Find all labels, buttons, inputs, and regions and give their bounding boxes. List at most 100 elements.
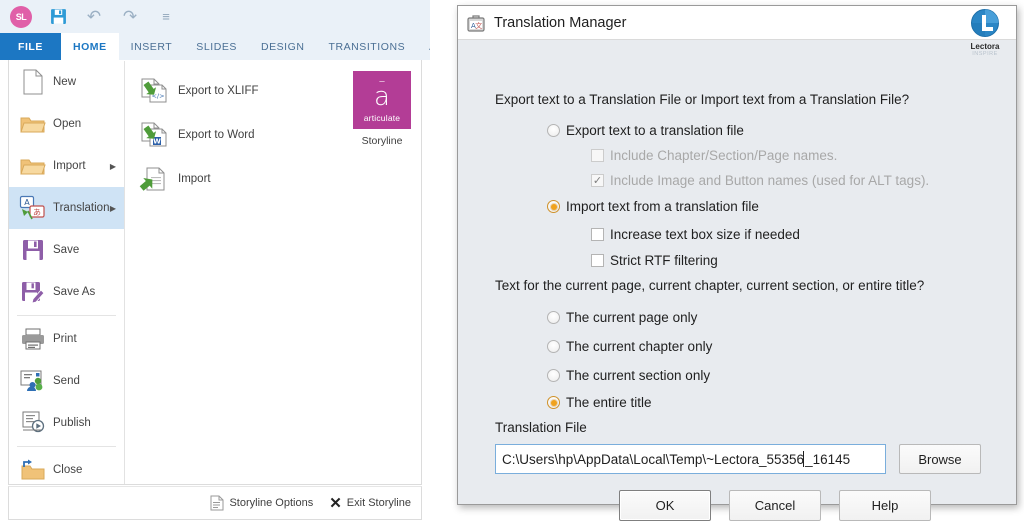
option-label: Increase text box size if needed xyxy=(610,227,800,242)
menu-item-save-as[interactable]: Save As xyxy=(9,271,124,313)
close-folder-icon xyxy=(18,455,48,485)
articulate-logo: – a articulate xyxy=(353,71,411,129)
cancel-button[interactable]: Cancel xyxy=(729,490,821,521)
translation-bag-icon: A 文 xyxy=(466,13,486,33)
articulate-wordmark: articulate xyxy=(363,112,401,123)
option-label: The current section only xyxy=(566,368,711,383)
save-icon[interactable] xyxy=(48,7,68,27)
menu-item-label: Open xyxy=(53,118,82,130)
ribbon-tab-strip: FILE HOME INSERT SLIDES DESIGN TRANSITIO… xyxy=(0,33,430,60)
translation-file-value: C:\Users\hp\AppData\Local\Temp\~Lectora_… xyxy=(502,451,805,467)
tab-transitions[interactable]: TRANSITIONS xyxy=(317,33,418,60)
checkbox-strict-rtf-filtering[interactable]: Strict RTF filtering xyxy=(591,253,718,268)
radio-current-chapter-only[interactable]: The current chapter only xyxy=(547,339,712,354)
undo-arrow-icon[interactable]: ↶ xyxy=(84,7,104,27)
menu-item-new[interactable]: New xyxy=(9,61,124,103)
svg-text:あ: あ xyxy=(33,208,41,217)
menu-item-import[interactable]: Import ▶ xyxy=(9,145,124,187)
options-document-icon xyxy=(210,495,224,511)
articulate-glyph: – a xyxy=(374,73,390,112)
backstage-footer: Storyline Options ✕ Exit Storyline xyxy=(8,486,422,520)
svg-text:文: 文 xyxy=(475,21,482,30)
radio-current-section-only[interactable]: The current section only xyxy=(547,368,710,383)
chevron-right-icon: ▶ xyxy=(109,161,116,171)
menu-item-publish[interactable]: Publish xyxy=(9,402,124,444)
export-xliff-icon: </> xyxy=(138,75,170,107)
new-document-icon xyxy=(18,67,48,97)
redo-arrow-icon[interactable]: ↷ xyxy=(120,7,140,27)
browse-button[interactable]: Browse xyxy=(899,444,981,474)
translation-file-value-tail: _16145 xyxy=(805,451,851,467)
menu-item-label: Send xyxy=(53,375,80,387)
pane-row-label: Export to XLIFF xyxy=(178,85,259,97)
menu-item-print[interactable]: Print xyxy=(9,318,124,360)
tab-home[interactable]: HOME xyxy=(60,33,119,60)
file-menu: New Open Import ▶ A あ Translation ▶ Save… xyxy=(9,61,125,484)
quick-access-toolbar: SL ↶ ↷ ≡ xyxy=(0,0,430,33)
svg-text:A: A xyxy=(24,198,30,207)
menu-item-send[interactable]: Send xyxy=(9,360,124,402)
menu-item-label: New xyxy=(53,76,77,88)
tab-animations[interactable]: AI xyxy=(417,33,430,60)
tab-insert[interactable]: INSERT xyxy=(119,33,185,60)
tab-design[interactable]: DESIGN xyxy=(249,33,317,60)
footer-options-label: Storyline Options xyxy=(229,497,314,509)
radio-button xyxy=(547,200,560,213)
storyline-options-button[interactable]: Storyline Options xyxy=(210,495,313,511)
radio-export-text[interactable]: Export text to a translation file xyxy=(547,123,744,138)
chevron-right-icon: ▶ xyxy=(109,203,116,213)
menu-divider xyxy=(17,446,116,447)
backstage-view: New Open Import ▶ A あ Translation ▶ Save… xyxy=(0,60,430,521)
ok-button[interactable]: OK xyxy=(619,490,711,521)
dialog-titlebar: A 文 Translation Manager Lectora INSPIRE xyxy=(458,6,1016,57)
option-label: The current page only xyxy=(566,310,698,325)
option-label: Export text to a translation file xyxy=(566,123,744,138)
menu-item-label: Publish xyxy=(53,417,91,429)
translation-file-label: Translation File xyxy=(495,420,587,435)
radio-button xyxy=(547,396,560,409)
send-people-icon xyxy=(18,366,48,396)
close-x-icon: ✕ xyxy=(329,494,342,512)
radio-import-text[interactable]: Import text from a translation file xyxy=(547,199,759,214)
printer-icon xyxy=(18,324,48,354)
export-word-icon: W xyxy=(138,119,170,151)
option-label: Strict RTF filtering xyxy=(610,253,718,268)
import-folder-icon xyxy=(18,151,48,181)
option-label: The entire title xyxy=(566,395,652,410)
radio-entire-title[interactable]: The entire title xyxy=(547,395,652,410)
publish-play-icon xyxy=(18,408,48,438)
import-button[interactable]: Import xyxy=(126,157,421,201)
checkbox xyxy=(591,254,604,267)
menu-item-save[interactable]: Save xyxy=(9,229,124,271)
option-label: The current chapter only xyxy=(566,339,713,354)
radio-current-page-only[interactable]: The current page only xyxy=(547,310,697,325)
tab-slides[interactable]: SLIDES xyxy=(184,33,249,60)
pane-row-label: Import xyxy=(178,173,211,185)
menu-item-open[interactable]: Open xyxy=(9,103,124,145)
footer-exit-label: Exit Storyline xyxy=(346,497,411,509)
menu-divider xyxy=(17,315,116,316)
menu-item-translation[interactable]: A あ Translation ▶ xyxy=(9,187,124,229)
checkbox xyxy=(591,228,604,241)
import-document-icon xyxy=(138,163,170,195)
translation-pane: </> Export to XLIFF W Export to Word Imp… xyxy=(126,61,421,484)
dialog-title: Translation Manager xyxy=(494,14,627,31)
radio-button xyxy=(547,124,560,137)
export-import-question: Export text to a Translation File or Imp… xyxy=(495,92,910,107)
option-label: Import text from a translation file xyxy=(566,199,759,214)
translation-file-input[interactable]: C:\Users\hp\AppData\Local\Temp\~Lectora_… xyxy=(495,444,886,474)
translation-manager-dialog: A 文 Translation Manager Lectora INSPIRE … xyxy=(457,5,1017,521)
checkbox-include-chapter-names: Include Chapter/Section/Page names. xyxy=(591,148,837,163)
tab-file[interactable]: FILE xyxy=(0,33,61,60)
menu-item-label: Import xyxy=(53,160,86,172)
checkbox-increase-text-box-size[interactable]: Increase text box size if needed xyxy=(591,227,800,242)
menu-item-close[interactable]: Close xyxy=(9,449,124,491)
pane-row-label: Export to Word xyxy=(178,129,255,141)
storyline-window: SL ↶ ↷ ≡ FILE HOME INSERT SLIDES DESIGN … xyxy=(0,0,430,521)
radio-button xyxy=(547,311,560,324)
customize-qat-icon[interactable]: ≡ xyxy=(156,7,176,27)
menu-item-label: Print xyxy=(53,333,77,345)
help-button[interactable]: Help xyxy=(839,490,931,521)
translation-icon: A あ xyxy=(18,193,48,223)
exit-storyline-button[interactable]: ✕ Exit Storyline xyxy=(329,496,411,511)
